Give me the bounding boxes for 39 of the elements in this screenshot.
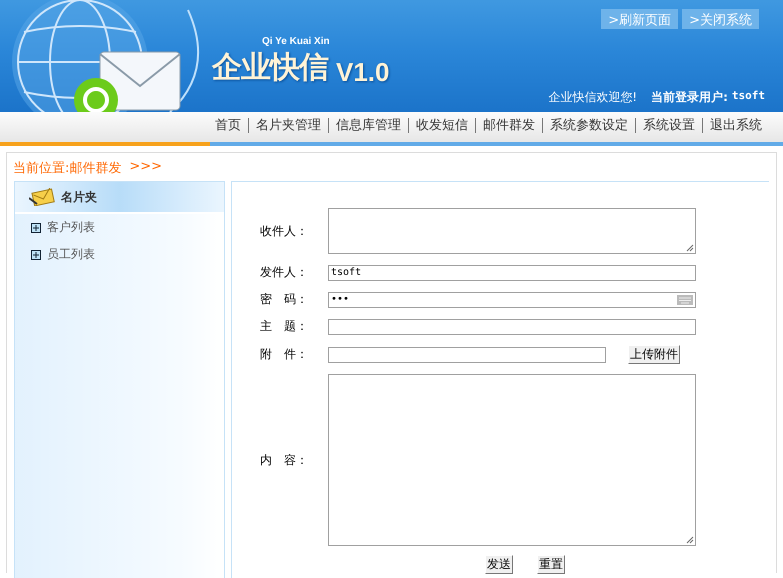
nav-link[interactable]: 邮件群发 [475, 118, 542, 133]
logo-pinyin: Qi Ye Kuai Xin [262, 36, 331, 47]
expand-icon[interactable] [31, 222, 41, 232]
tree-item[interactable]: 员工列表 [15, 241, 224, 268]
field-label: 发件人： [260, 264, 309, 281]
input-field[interactable] [328, 318, 696, 334]
input-field[interactable] [328, 346, 606, 362]
field-label: 密 码： [260, 291, 309, 308]
field-label: 收件人： [260, 222, 309, 240]
nav-link[interactable]: 名片夹管理 [248, 118, 328, 133]
envelope-icon [29, 188, 55, 206]
tree-item[interactable]: 客户列表 [15, 214, 224, 241]
text-area[interactable] [328, 208, 696, 254]
field-label: 主 题： [260, 318, 309, 335]
expand-icon[interactable] [31, 250, 41, 260]
breadcrumb-arrows: >>> [129, 159, 162, 176]
field-label: 附 件： [260, 346, 309, 363]
input-field[interactable]: tsoft [328, 264, 696, 280]
user-label: 当前登录用户: [651, 89, 728, 106]
keyboard-icon[interactable] [677, 294, 693, 304]
resize-handle-icon[interactable] [686, 536, 694, 544]
logo-title: 企业快信 [212, 49, 328, 87]
password-field[interactable]: ••• [328, 292, 696, 308]
nav-link[interactable]: 首页 [208, 118, 248, 133]
nav-link[interactable]: 信息库管理 [328, 118, 408, 133]
nav-link[interactable]: 退出系统 [702, 118, 769, 133]
nav-link[interactable]: 系统参数设定 [542, 118, 635, 133]
upload-button[interactable]: 上传附件 [628, 345, 680, 364]
nav-link[interactable]: 系统设置 [635, 118, 702, 133]
nav-link[interactable]: 收发短信 [408, 118, 475, 133]
panel-title: 名片夹 [61, 188, 97, 206]
form-button[interactable]: 重置 [537, 555, 565, 574]
username: tsoft [732, 89, 765, 104]
form-button[interactable]: 发送 [485, 555, 513, 574]
breadcrumb: 当前位置:邮件群发 [13, 160, 122, 178]
welcome-text: 企业快信欢迎您! [548, 89, 638, 106]
resize-handle-icon[interactable] [686, 244, 694, 252]
logo-version: V1.0 [336, 57, 390, 88]
field-label: 内 容： [260, 452, 309, 468]
